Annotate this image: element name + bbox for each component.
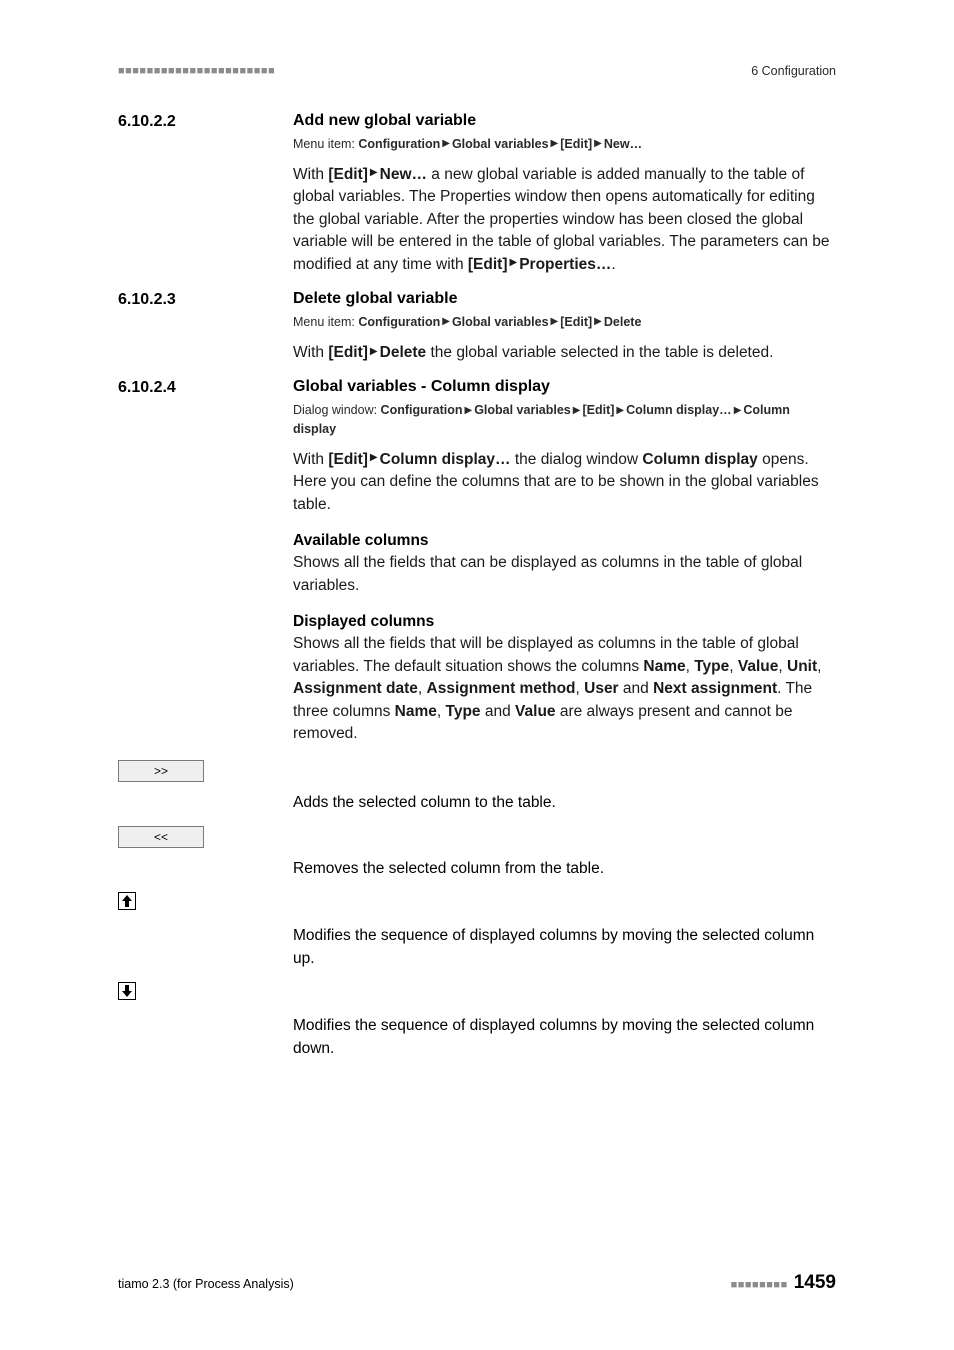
footer-left: tiamo 2.3 (for Process Analysis)	[118, 1277, 294, 1291]
section-body: With [Edit]▶Column display… the dialog w…	[293, 449, 836, 516]
menu-path: Menu item: Configuration▶Global variable…	[293, 135, 836, 154]
remove-column-button[interactable]: <<	[118, 826, 204, 848]
menu-path: Menu item: Configuration▶Global variable…	[293, 313, 836, 332]
menu-path: Dialog window: Configuration▶Global vari…	[293, 401, 836, 439]
subheading-displayed-columns: Displayed columns	[293, 613, 836, 631]
section-body: With [Edit]▶Delete the global variable s…	[293, 342, 836, 364]
header-dots: ■■■■■■■■■■■■■■■■■■■■■■	[118, 65, 275, 77]
section-body: With [Edit]▶New… a new global variable i…	[293, 164, 836, 276]
section-title: Delete global variable	[293, 290, 458, 309]
chapter-label: 6 Configuration	[751, 64, 836, 78]
move-up-button[interactable]	[118, 892, 136, 910]
page-footer: tiamo 2.3 (for Process Analysis) ■■■■■■■…	[118, 1272, 836, 1294]
arrow-down-icon	[120, 984, 134, 998]
move-down-button[interactable]	[118, 982, 136, 1000]
footer-dots: ■■■■■■■■	[731, 1279, 788, 1291]
subheading-available-columns: Available columns	[293, 532, 836, 550]
page-number: 1459	[794, 1272, 836, 1293]
remove-column-desc: Removes the selected column from the tab…	[293, 858, 836, 880]
section-title: Add new global variable	[293, 112, 476, 131]
move-up-desc: Modifies the sequence of displayed colum…	[293, 925, 836, 970]
section-heading: 6.10.2.4 Global variables - Column displ…	[118, 378, 836, 397]
section-heading: 6.10.2.2 Add new global variable	[118, 112, 836, 131]
section-heading: 6.10.2.3 Delete global variable	[118, 290, 836, 309]
displayed-columns-body: Shows all the fields that will be displa…	[293, 633, 836, 745]
page-header: ■■■■■■■■■■■■■■■■■■■■■■ 6 Configuration	[118, 64, 836, 78]
arrow-up-icon	[120, 894, 134, 908]
footer-right: ■■■■■■■■ 1459	[731, 1272, 836, 1294]
section-number: 6.10.2.2	[118, 112, 293, 131]
section-number: 6.10.2.3	[118, 290, 293, 309]
add-column-desc: Adds the selected column to the table.	[293, 792, 836, 814]
section-number: 6.10.2.4	[118, 378, 293, 397]
move-down-desc: Modifies the sequence of displayed colum…	[293, 1015, 836, 1060]
section-title: Global variables - Column display	[293, 378, 550, 397]
add-column-button[interactable]: >>	[118, 760, 204, 782]
available-columns-body: Shows all the fields that can be display…	[293, 552, 836, 597]
